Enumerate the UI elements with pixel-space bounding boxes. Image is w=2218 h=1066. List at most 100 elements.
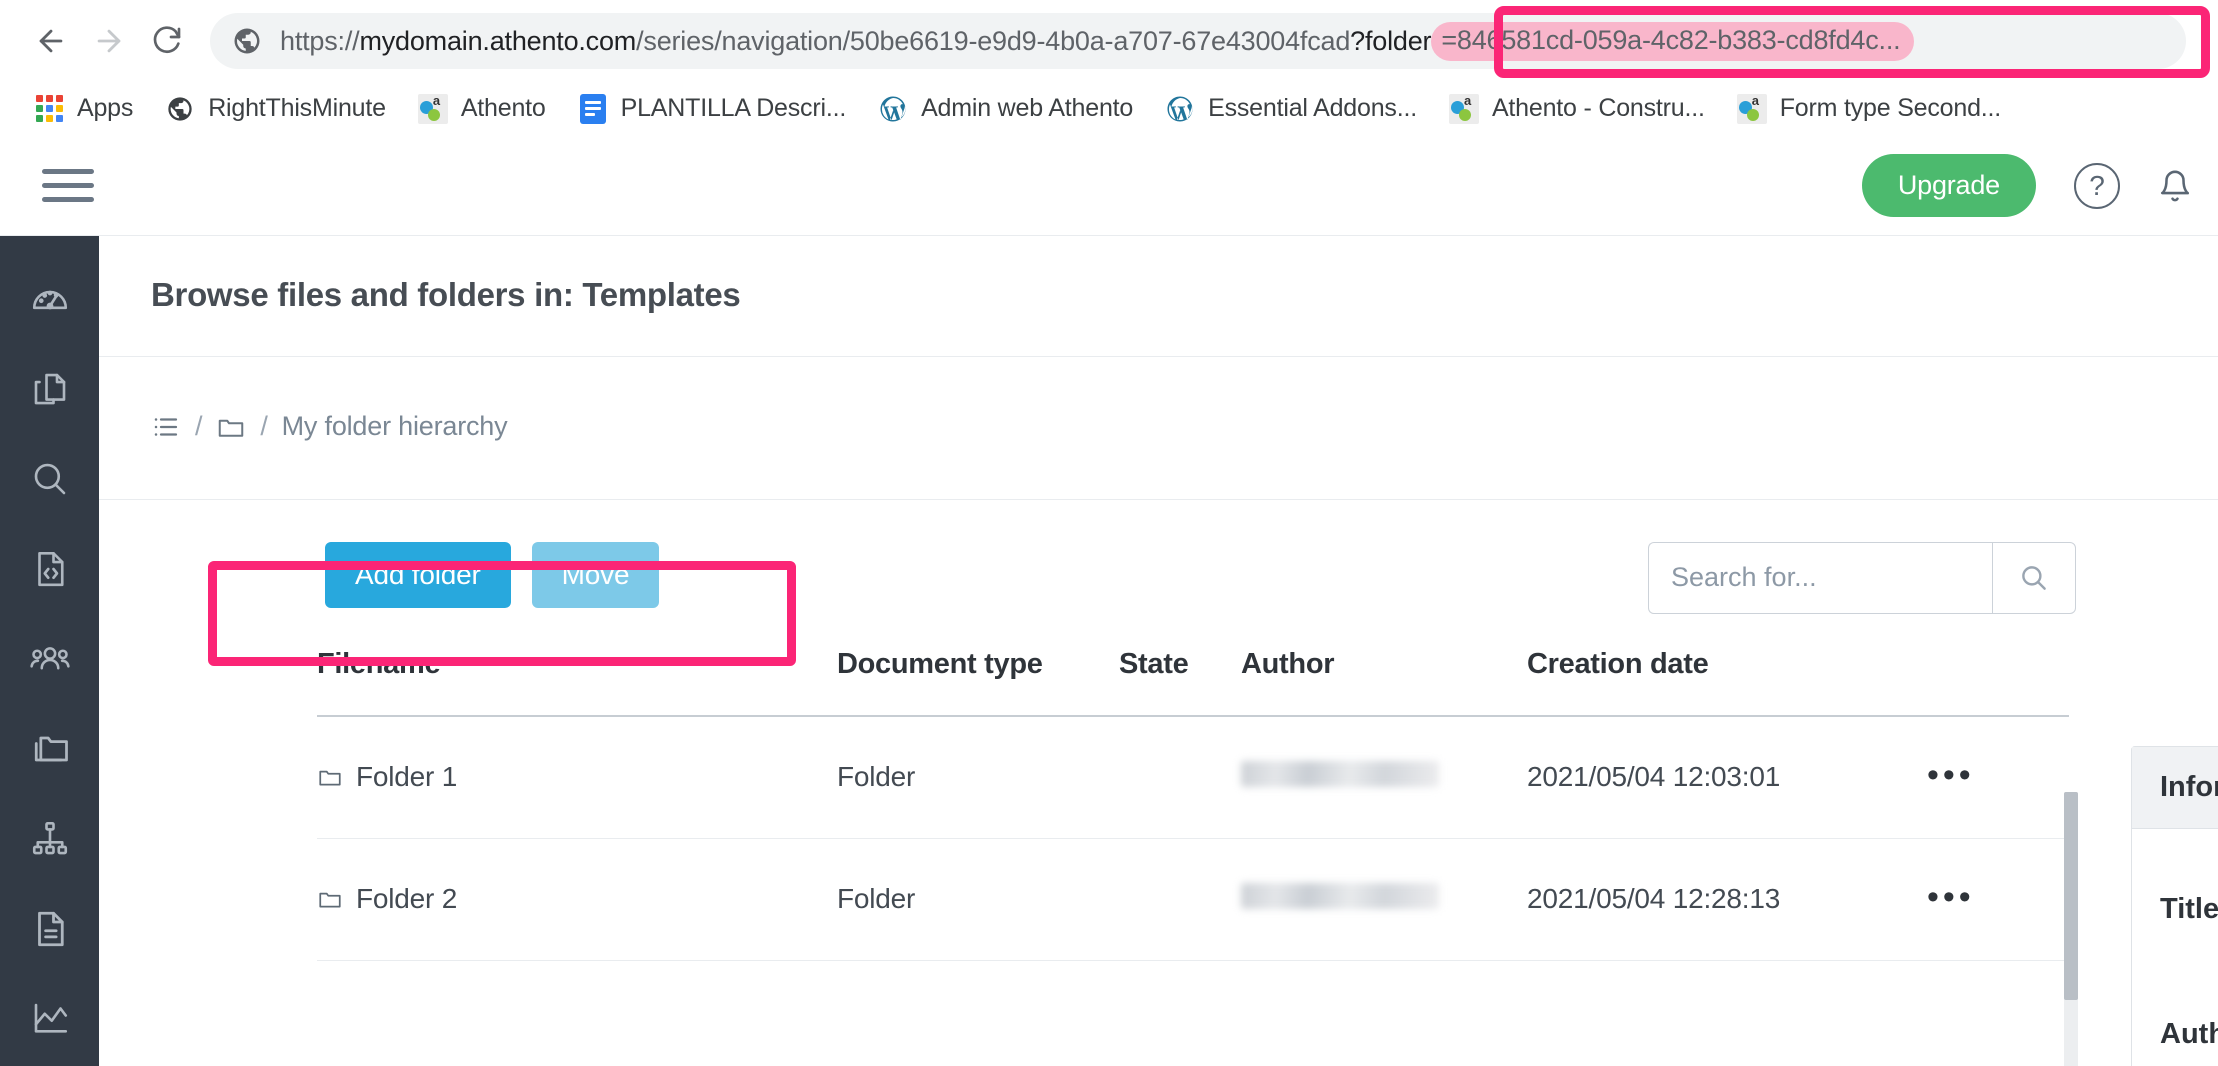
app-header: Upgrade ?: [0, 136, 2218, 236]
athento-icon: a: [417, 93, 448, 124]
bookmark-label: Admin web Athento: [921, 94, 1134, 122]
column-header-author[interactable]: Author: [1241, 648, 1527, 716]
information-panel-body: Title Author: [2132, 829, 2218, 1051]
column-header-document-type[interactable]: Document type: [837, 648, 1119, 716]
globe-icon: [165, 94, 195, 124]
cell-actions: •••: [1927, 838, 2069, 961]
sidebar-item-dashboard[interactable]: [0, 254, 99, 344]
row-actions-menu-icon[interactable]: •••: [1927, 878, 1975, 916]
bookmark-essential-addons[interactable]: Essential Addons...: [1149, 88, 1433, 130]
column-header-creation-date[interactable]: Creation date: [1527, 648, 1927, 716]
reload-button[interactable]: [138, 12, 196, 70]
bookmarks-bar: Apps RightThisMinute a Athento PLANTILLA…: [0, 82, 2218, 136]
breadcrumb-current[interactable]: My folder hierarchy: [282, 411, 508, 442]
folder-icon: [319, 892, 341, 908]
column-header-filename[interactable]: Filename: [317, 648, 837, 716]
sidebar-item-code[interactable]: [0, 524, 99, 614]
bookmark-form-type-second[interactable]: a Form type Second...: [1721, 88, 2017, 130]
hamburger-menu-icon[interactable]: [42, 169, 98, 202]
app-body: Browse files and folders in: Templates /…: [0, 236, 2218, 1066]
breadcrumb[interactable]: / / My folder hierarchy: [151, 411, 508, 442]
filename-text: Folder 2: [356, 883, 458, 914]
add-folder-button[interactable]: Add folder: [325, 541, 511, 608]
info-field-author: Author: [2160, 1018, 2218, 1050]
bookmark-label: RightThisMinute: [208, 94, 386, 122]
url-scheme: https://: [280, 25, 360, 56]
files-table: Filename Document type State Author Crea…: [317, 648, 2069, 961]
header-actions: Upgrade ?: [1861, 154, 2218, 217]
browser-toolbar: https://mydomain.athento.com/series/navi…: [0, 0, 2218, 82]
bookmark-rightthisminute[interactable]: RightThisMinute: [149, 88, 402, 130]
bookmark-label: Athento: [460, 94, 546, 122]
forward-button[interactable]: [80, 12, 138, 70]
folder-icon[interactable]: [216, 412, 246, 442]
back-button[interactable]: [22, 12, 80, 70]
bookmark-athento[interactable]: a Athento: [402, 88, 562, 130]
filename-text: Folder 1: [356, 761, 458, 792]
table-row[interactable]: Folder 2 Folder 2021/05/04 12:28:13 •••: [317, 838, 2069, 961]
url-query-key: ?folder: [1350, 25, 1432, 56]
files-table-area: Filename Document type State Author Crea…: [99, 608, 2218, 961]
author-redacted: [1241, 882, 1439, 909]
breadcrumb-separator: /: [195, 411, 203, 441]
search-group: [1648, 541, 2076, 614]
column-header-state[interactable]: State: [1119, 648, 1241, 716]
site-info-globe-icon[interactable]: [232, 26, 262, 56]
bookmark-label: Form type Second...: [1779, 94, 2002, 122]
breadcrumb-zone: / / My folder hierarchy: [99, 357, 2218, 447]
wordpress-icon: [878, 94, 908, 124]
address-bar[interactable]: https://mydomain.athento.com/series/navi…: [210, 13, 2186, 69]
apps-grid-icon: [34, 94, 64, 124]
main-content: Browse files and folders in: Templates /…: [99, 236, 2218, 1066]
search-input[interactable]: [1648, 541, 1992, 614]
sidebar-item-documents[interactable]: [0, 344, 99, 434]
cell-state: [1119, 715, 1241, 839]
bookmark-athento-constru[interactable]: a Athento - Constru...: [1433, 88, 1721, 130]
help-icon[interactable]: ?: [2074, 162, 2120, 209]
left-sidebar: [0, 236, 99, 1066]
wordpress-icon: [1165, 94, 1195, 124]
cell-filename[interactable]: Folder 1: [317, 715, 837, 839]
table-row[interactable]: Folder 1 Folder 2021/05/04 12:03:01 •••: [317, 715, 2069, 839]
url-query-value-highlight: =846581cd-059a-4c82-b383-cd8fd4c...: [1431, 21, 1915, 61]
bookmark-apps[interactable]: Apps: [18, 88, 149, 130]
information-panel-title: Informa: [2132, 747, 2218, 829]
row-actions-menu-icon[interactable]: •••: [1927, 756, 1975, 794]
cell-author: [1241, 838, 1527, 961]
cell-author: [1241, 715, 1527, 839]
sidebar-item-analytics[interactable]: [0, 974, 99, 1064]
sidebar-item-hierarchy[interactable]: [0, 794, 99, 884]
info-field-title: Title: [2160, 893, 2218, 925]
cell-filename[interactable]: Folder 2: [317, 838, 837, 961]
address-bar-url: https://mydomain.athento.com/series/navi…: [280, 21, 1915, 61]
information-panel: Informa Title Author: [2131, 746, 2218, 1066]
page-title: Browse files and folders in: Templates: [151, 276, 741, 313]
column-header-actions: [1927, 648, 2069, 716]
url-path: /series/navigation/50be6619-e9d9-4b0a-a7…: [636, 25, 1351, 56]
list-icon[interactable]: [151, 412, 181, 442]
notifications-bell-icon[interactable]: [2158, 169, 2192, 203]
browser-chrome: https://mydomain.athento.com/series/navi…: [0, 0, 2218, 136]
table-scrollbar[interactable]: [2064, 792, 2078, 1066]
folder-icon: [319, 770, 341, 786]
sidebar-item-search[interactable]: [0, 434, 99, 524]
cell-actions: •••: [1927, 715, 2069, 839]
bookmark-label: Athento - Constru...: [1491, 94, 1705, 122]
bookmark-label: Essential Addons...: [1208, 94, 1417, 122]
bookmark-plantilla[interactable]: PLANTILLA Descri...: [562, 88, 862, 130]
sidebar-item-folders[interactable]: [0, 704, 99, 794]
sidebar-item-reports[interactable]: [0, 884, 99, 974]
cell-document-type: Folder: [837, 715, 1119, 839]
upgrade-button[interactable]: Upgrade: [1861, 154, 2036, 217]
move-button[interactable]: Move: [531, 541, 660, 608]
sidebar-item-users[interactable]: [0, 614, 99, 704]
athento-icon: a: [1736, 93, 1767, 124]
bookmark-label: Apps: [77, 94, 134, 122]
breadcrumb-separator: /: [260, 411, 268, 441]
toolbar-buttons: Add folder Move: [99, 541, 660, 608]
search-button[interactable]: [1992, 541, 2076, 614]
table-scrollbar-thumb[interactable]: [2064, 792, 2078, 1000]
url-domain: mydomain.athento.com: [359, 25, 637, 56]
bookmark-admin-web-athento[interactable]: Admin web Athento: [862, 88, 1149, 130]
author-redacted: [1241, 760, 1439, 787]
